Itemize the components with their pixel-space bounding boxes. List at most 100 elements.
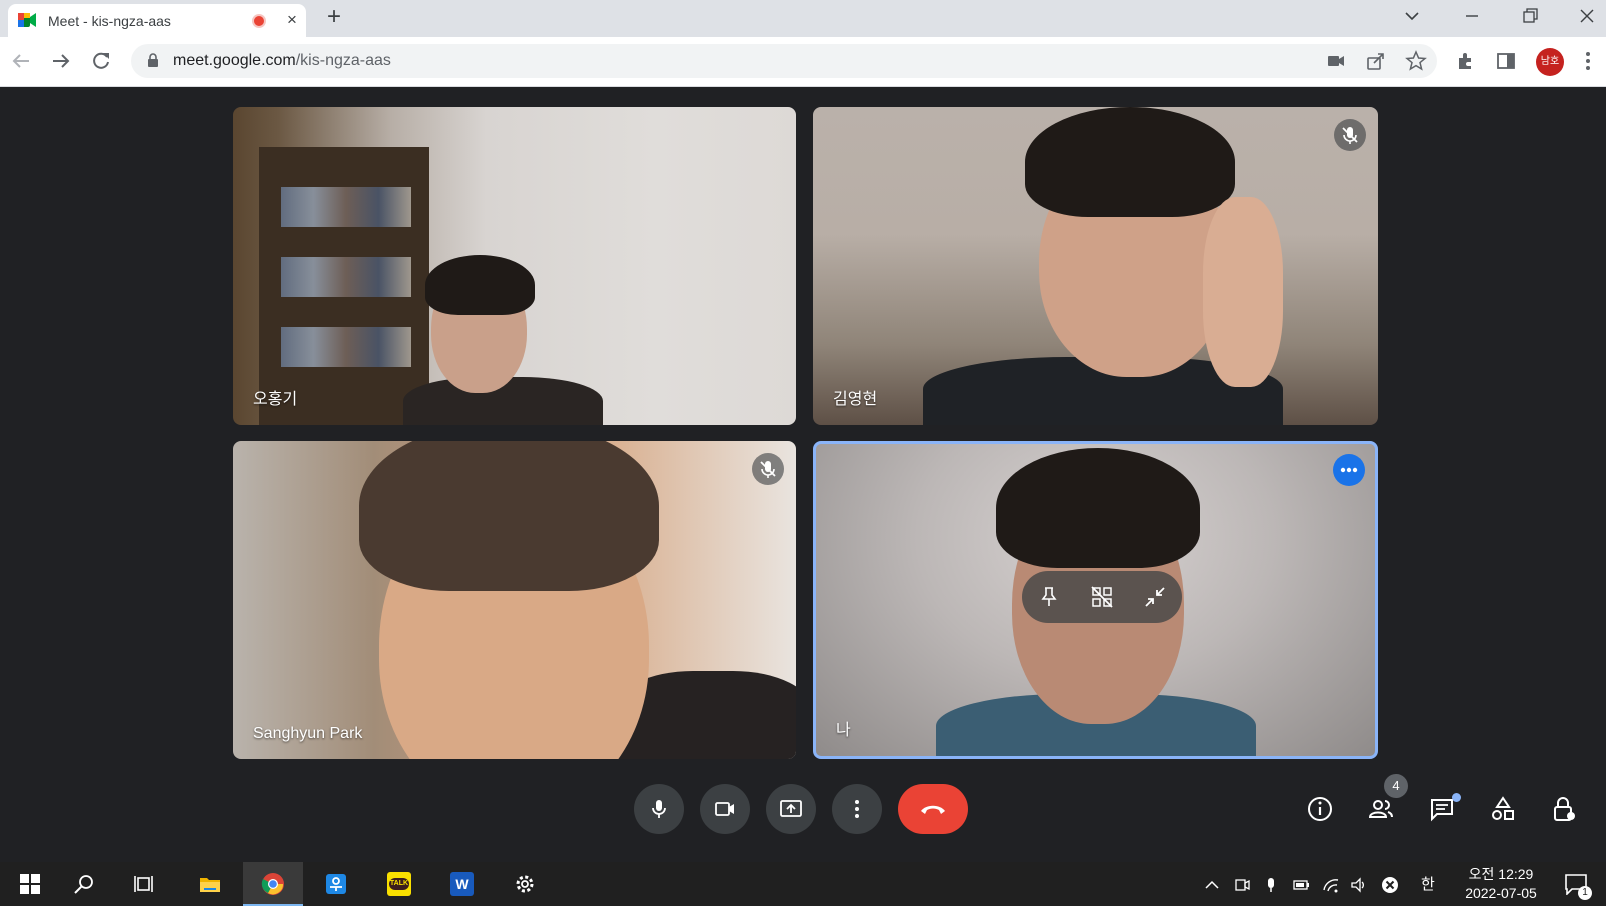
url-text[interactable]: meet.google.com/kis-ngza-aas [173, 52, 391, 70]
leave-call-button[interactable] [898, 784, 968, 834]
pin-icon[interactable] [1036, 584, 1062, 610]
participant-hair [425, 255, 535, 315]
chevron-down-icon[interactable] [1400, 4, 1424, 28]
word-label: W [455, 876, 469, 892]
side-panel-icon[interactable] [1494, 49, 1518, 73]
browser-menu-icon[interactable] [1582, 49, 1594, 73]
muted-mic-icon [752, 453, 784, 485]
meeting-details-button[interactable] [1300, 789, 1340, 829]
participant-hair [996, 448, 1200, 568]
word-button[interactable]: W [432, 862, 492, 906]
self-tile[interactable]: 나 [813, 441, 1378, 759]
extensions-icon[interactable] [1454, 49, 1478, 73]
books-row [281, 257, 411, 297]
forward-icon[interactable] [48, 48, 74, 74]
chevron-up-icon[interactable] [1203, 876, 1221, 894]
tab-close-button[interactable]: × [282, 10, 302, 30]
close-icon[interactable] [1575, 4, 1599, 28]
participant-name: 오홍기 [253, 391, 298, 408]
error-tray-icon[interactable] [1381, 876, 1399, 894]
lock-icon[interactable] [147, 53, 159, 67]
host-controls-icon [1554, 797, 1575, 821]
camera-icon [715, 802, 734, 816]
restore-icon[interactable] [1518, 4, 1542, 28]
notification-count: 1 [1578, 886, 1592, 900]
host-controls-button[interactable] [1544, 789, 1584, 829]
books-row [281, 327, 411, 367]
people-icon [1368, 800, 1393, 818]
books-row [281, 187, 411, 227]
taskbar-clock[interactable]: 오전 12:29 2022-07-05 [1459, 865, 1543, 903]
meet-stage: 오홍기 김영현 Sanghyun Park 나 4 [0, 87, 1606, 862]
more-options-button[interactable] [832, 784, 882, 834]
url-path: /kis-ngza-aas [295, 52, 391, 69]
activities-icon [1492, 796, 1514, 820]
microphone-button[interactable] [634, 784, 684, 834]
participant-hand [1203, 197, 1283, 387]
muted-mic-icon [1334, 119, 1366, 151]
participant-hair [359, 441, 659, 591]
microphone-icon [652, 800, 666, 818]
clock-time: 오전 12:29 [1468, 866, 1534, 882]
browser-toolbar: meet.google.com/kis-ngza-aas 남호 [0, 37, 1606, 87]
present-screen-button[interactable] [766, 784, 816, 834]
task-view-icon [134, 876, 153, 892]
kakaotalk-icon: TALK [387, 872, 411, 896]
camera-button[interactable] [700, 784, 750, 834]
meet-favicon-icon [18, 13, 36, 27]
ime-indicator[interactable]: 한 [1421, 873, 1435, 894]
participant-hair [1025, 107, 1235, 217]
profile-avatar[interactable]: 남호 [1536, 48, 1564, 76]
back-icon[interactable] [8, 48, 34, 74]
wifi-icon[interactable] [1322, 876, 1340, 894]
bookmark-star-icon[interactable] [1405, 50, 1427, 72]
new-tab-button[interactable]: + [322, 5, 346, 29]
address-bar[interactable]: meet.google.com/kis-ngza-aas [131, 44, 1437, 78]
camera-in-use-icon[interactable] [1325, 50, 1347, 72]
activities-button[interactable] [1483, 789, 1523, 829]
word-icon: W [450, 872, 474, 896]
people-count-badge: 4 [1384, 774, 1408, 798]
tile-action-overlay [1022, 571, 1182, 623]
settings-icon [516, 875, 534, 893]
reload-icon[interactable] [88, 48, 114, 74]
battery-icon[interactable] [1292, 876, 1310, 894]
minimize-icon[interactable] [1460, 4, 1484, 28]
taskbar-search-button[interactable] [54, 862, 114, 906]
chrome-icon [261, 873, 284, 895]
present-screen-icon [780, 800, 802, 817]
participant-name: Sanghyun Park [253, 725, 363, 742]
clock-date: 2022-07-05 [1465, 885, 1537, 901]
remove-from-grid-icon[interactable] [1089, 584, 1115, 610]
more-options-button[interactable] [1333, 454, 1365, 486]
search-icon [74, 875, 93, 894]
settings-button[interactable] [495, 862, 555, 906]
kakaotalk-label: TALK [389, 878, 409, 890]
minimize-icon[interactable] [1142, 584, 1168, 610]
browser-tab-bar: Meet - kis-ngza-aas × + [0, 0, 1606, 37]
participant-name: 나 [836, 722, 851, 739]
microphone-tray-icon[interactable] [1262, 876, 1280, 894]
share-icon[interactable] [1365, 50, 1387, 72]
camera-tray-icon[interactable] [1233, 876, 1251, 894]
volume-icon[interactable] [1350, 876, 1368, 894]
participant-name: 김영현 [833, 391, 878, 408]
chrome-button[interactable] [243, 862, 303, 906]
url-domain: meet.google.com [173, 52, 296, 69]
file-explorer-button[interactable] [180, 862, 240, 906]
start-button[interactable] [0, 862, 60, 906]
chat-unread-dot [1452, 793, 1461, 802]
leave-call-icon [921, 805, 945, 814]
participant-tile[interactable]: 오홍기 [233, 107, 796, 425]
windows-taskbar: TALK W 한 오전 12:29 2022-07-05 1 [0, 862, 1606, 906]
browser-tab[interactable]: Meet - kis-ngza-aas × [8, 4, 306, 37]
participant-tile[interactable]: Sanghyun Park [233, 441, 796, 759]
file-explorer-icon [200, 878, 220, 892]
task-view-button[interactable] [115, 862, 175, 906]
participant-tile[interactable]: 김영현 [813, 107, 1378, 425]
hancom-button[interactable] [306, 862, 366, 906]
hancom-icon [326, 874, 346, 894]
meeting-details-icon [1308, 797, 1332, 821]
kakaotalk-button[interactable]: TALK [369, 862, 429, 906]
recording-indicator-icon [252, 14, 266, 28]
